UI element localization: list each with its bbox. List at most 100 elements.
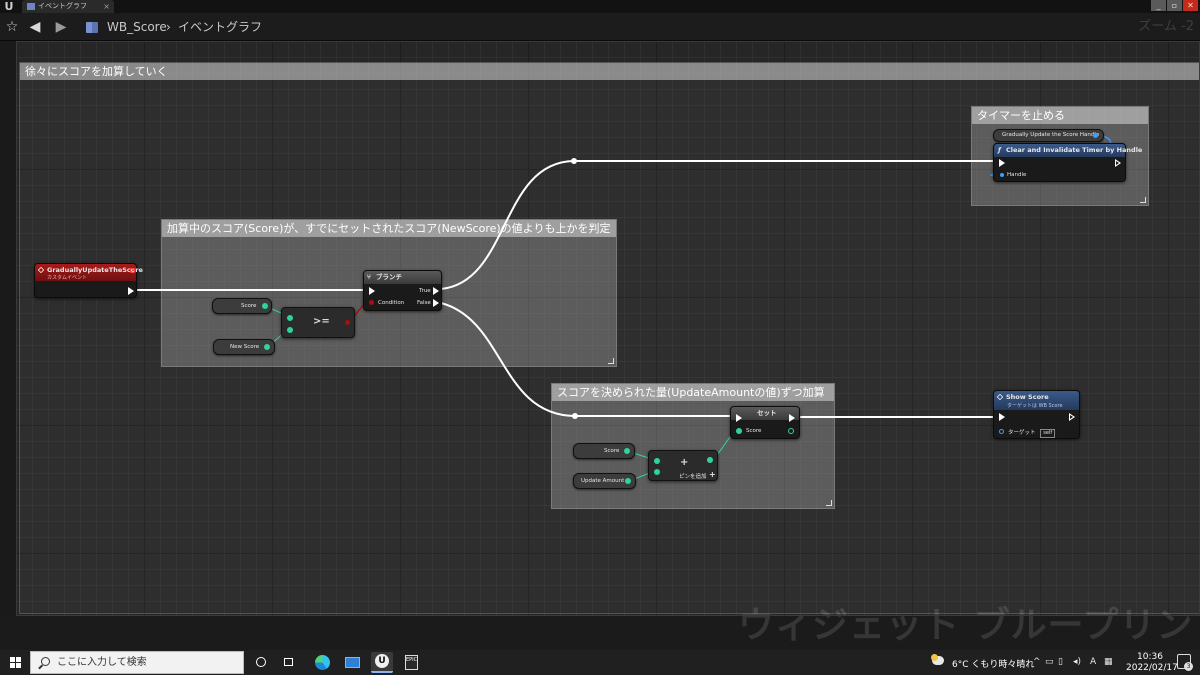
false-label: False [417,300,431,306]
add-operator-symbol: + [680,457,689,468]
compare-input-b-pin[interactable] [287,327,293,333]
handle-input-pin[interactable] [1000,173,1004,177]
condition-pin[interactable] [369,300,374,305]
compare-operator-symbol: >= [313,316,330,327]
ime-mode-indicator[interactable]: A [1090,656,1096,668]
score-label: Score [746,428,762,434]
add-input-b-pin[interactable] [654,469,660,475]
ue-blueprint-editor-window: U イベントグラフ × _ ▫ ✕ ☆ ◀ ▶ WB_Score › イベントグ… [0,0,1200,675]
update-amount-output-pin[interactable] [625,478,631,484]
node-clear-timer[interactable]: ƒ Clear and Invalidate Timer by Handle H… [993,143,1142,182]
node-custom-event[interactable]: GraduallyUpdateTheScore カスタムイベント [34,263,143,298]
compare-output-pin[interactable] [345,320,350,325]
target-input-pin[interactable] [999,429,1004,434]
variable-label: Update Amount [581,478,625,484]
taskbar-edge[interactable] [311,652,333,673]
function-diamond-icon [996,393,1004,401]
delegate-pin[interactable] [130,268,135,273]
node-compare-gte[interactable]: >= [281,307,355,338]
cortana-circle-icon [256,657,266,667]
search-placeholder: ここに入力して検索 [57,657,147,668]
function-icon: ƒ [998,146,1001,154]
node-title: Clear and Invalidate Timer by Handle [1006,146,1143,154]
cortana-button[interactable] [250,652,272,673]
windows-logo-icon [10,657,21,668]
task-view-icon [284,658,293,666]
taskbar-search-box[interactable]: ここに入力して検索 [30,651,244,674]
score-output-pin[interactable] [624,448,630,454]
clock-time[interactable]: 10:36 [1137,652,1163,662]
notification-center-icon[interactable]: 3 [1177,654,1193,671]
network-icon[interactable]: ▭ [1045,656,1054,668]
exec-wire-false-to-reroute[interactable] [440,302,576,417]
exec-output-pin[interactable] [128,287,134,295]
blueprint-type-watermark: ウィジェット ブループリント [738,605,1200,646]
mail-icon [345,657,360,668]
unreal-engine-icon: U [375,654,389,668]
target-value[interactable]: self [1040,429,1056,438]
exec-wire-true-to-reroute[interactable] [440,160,575,290]
node-get-score[interactable]: Score [212,298,272,314]
variable-label: New Score [230,344,260,350]
node-title: セット [757,409,777,417]
add-pin-label[interactable]: ピンを追加 [679,472,707,480]
node-get-update-amount[interactable]: Update Amount [573,473,636,489]
node-add[interactable]: + ピンを追加 + [648,450,718,481]
wire-layer [137,134,1112,482]
timer-handle-output-pin[interactable] [1093,133,1098,138]
battery-icon[interactable]: ▯ [1058,656,1063,668]
exec-input-pin[interactable] [999,159,1005,167]
node-get-timer-handle[interactable]: Gradually Update the Score Handle [993,129,1104,142]
exec-output-pin[interactable] [1069,413,1075,421]
target-label: ターゲット [1008,430,1036,436]
node-subtitle: ターゲットは WB Score [1007,403,1063,409]
node-show-score[interactable]: Show Score ターゲットは WB Score ターゲット self [993,390,1080,439]
exec-output-pin[interactable] [1115,159,1121,167]
windows-taskbar: ここに入力して検索 U EPIC 6°C くもり時々晴れ ^ ▭ ▯ ◂) A … [0,650,1200,675]
node-get-score-2[interactable]: Score [573,443,635,459]
add-pin-plus-icon[interactable]: + [709,470,716,479]
node-title: Show Score [1006,393,1049,401]
node-get-new-score[interactable]: New Score [213,339,275,355]
variable-label: Score [604,448,620,454]
false-exec-pin[interactable] [433,299,439,307]
taskbar-epic-launcher[interactable]: EPIC [401,652,423,673]
variable-label: Score [241,303,257,309]
compare-input-a-pin[interactable] [287,315,293,321]
handle-label: Handle [1007,172,1027,178]
add-input-a-pin[interactable] [654,458,660,464]
exec-input-pin[interactable] [999,413,1005,421]
start-button[interactable] [0,650,30,675]
true-label: True [419,288,431,294]
node-branch[interactable]: ⑂ ブランチ True Condition False [363,270,442,311]
node-set-score[interactable]: セット Score [730,406,800,439]
keyboard-icon[interactable]: ▦ [1104,656,1113,668]
weather-text[interactable]: 6°C くもり時々晴れ [952,657,1034,670]
exec-output-pin[interactable] [789,414,795,422]
node-title: GraduallyUpdateTheScore [47,266,143,274]
epic-games-icon: EPIC [405,655,418,670]
taskbar-mail[interactable] [341,652,363,673]
score-output-pin[interactable] [262,303,268,309]
variable-label: Gradually Update the Score Handle [1002,132,1100,138]
score-output-pin[interactable] [788,428,794,434]
new-score-output-pin[interactable] [264,344,270,350]
add-output-pin[interactable] [707,457,713,463]
node-header: ƒ Clear and Invalidate Timer by Handle [994,144,1142,157]
exec-input-pin[interactable] [369,287,375,295]
branch-icon: ⑂ [367,273,371,281]
search-icon [41,657,50,666]
exec-input-pin[interactable] [736,414,742,422]
node-subtitle: カスタムイベント [47,275,88,281]
clock-date[interactable]: 2022/02/17 [1126,663,1178,673]
node-title: ブランチ [376,273,402,281]
tray-overflow-chevron-icon[interactable]: ^ [1033,656,1041,668]
target-row: ターゲット self [1008,428,1056,438]
weather-sun-icon [931,654,938,661]
score-input-pin[interactable] [736,428,742,434]
true-exec-pin[interactable] [433,287,439,295]
edge-browser-icon [315,655,330,670]
taskbar-unreal-editor[interactable]: U [371,652,393,673]
task-view-button[interactable] [278,652,300,673]
volume-icon[interactable]: ◂) [1073,656,1081,668]
